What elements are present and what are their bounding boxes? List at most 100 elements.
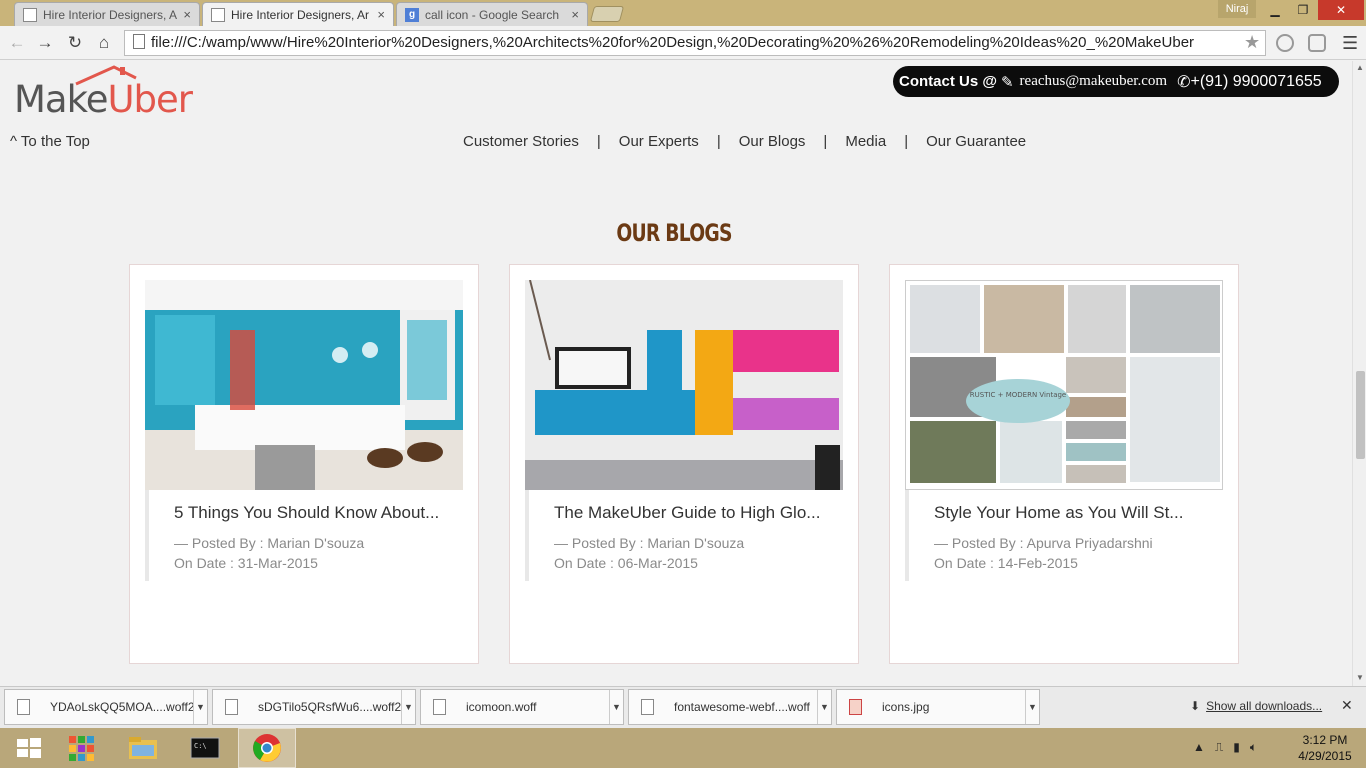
nav-separator: | [904,133,909,150]
hamburger-menu-icon[interactable]: ☰ [1342,33,1358,54]
nav-separator: | [716,133,721,150]
blog-card[interactable]: RUSTIC + MODERN Vintage Style Your Home … [889,264,1239,664]
contact-label: Contact Us @ [899,73,997,90]
command-prompt-icon[interactable]: C:\ [176,728,234,768]
blog-author: — Posted By : Marian D'souza [174,535,365,551]
blog-card[interactable]: The MakeUber Guide to High Glo... — Post… [509,264,859,664]
blog-title[interactable]: 5 Things You Should Know About... [174,490,463,525]
nav-media[interactable]: Media [845,133,886,150]
nav-separator: | [596,133,601,150]
pencil-icon: ✎ [1000,73,1014,91]
close-icon[interactable]: × [183,7,191,22]
blog-image-wall-unit[interactable] [525,280,843,490]
bookmark-star-icon[interactable]: ★ [1244,32,1260,53]
file-icon [433,699,446,715]
blog-card-body: 5 Things You Should Know About... — Post… [145,490,463,581]
blog-date: On Date : 31-Mar-2015 [174,555,318,571]
to-the-top-link[interactable]: ^ To the Top [10,133,90,150]
contact-email[interactable]: reachus@makeuber.com [1020,73,1168,90]
download-item[interactable]: YDAoLskQQ5MOA....woff2 ▼ [4,689,208,725]
download-filename: YDAoLskQQ5MOA....woff2 [50,700,193,714]
download-item[interactable]: icons.jpg ▼ [836,689,1040,725]
apps-grid-icon[interactable] [52,728,110,768]
browser-tab-strip: Hire Interior Designers, Ar × Hire Inter… [0,0,1366,26]
scroll-up-arrow-icon[interactable]: ▲ [1356,63,1364,72]
browser-tab-active[interactable]: Hire Interior Designers, Ar × [202,2,394,26]
blog-image-kitchen[interactable] [145,280,463,490]
address-text: file:///C:/wamp/www/Hire%20Interior%20De… [151,34,1195,51]
blog-card-body: Style Your Home as You Will St... — Post… [905,490,1223,581]
chevron-down-icon[interactable]: ▼ [817,690,831,724]
browser-tab[interactable]: Hire Interior Designers, Ar × [14,2,200,26]
contact-phone[interactable]: +(91) 9900071655 [1190,73,1321,91]
page-scrollbar[interactable]: ▲ ▼ [1352,61,1366,686]
nav-our-experts[interactable]: Our Experts [619,133,699,150]
clock-date: 4/29/2015 [1298,749,1352,763]
web-page: MakeUber Contact Us @ ✎ reachus@makeuber… [0,61,1352,686]
nav-customer-stories[interactable]: Customer Stories [463,133,579,150]
home-icon[interactable]: ⌂ [93,32,115,54]
shield-extension-icon[interactable] [1308,34,1326,52]
file-icon [641,699,654,715]
svg-text:C:\: C:\ [194,742,207,750]
download-item[interactable]: sDGTilo5QRsfWu6....woff2 ▼ [212,689,416,725]
tab-label: Hire Interior Designers, Ar [43,7,178,22]
phone-icon: ✆ [1177,73,1191,91]
file-icon [17,699,30,715]
window-close-button[interactable]: ✕ [1318,0,1364,20]
contact-bar: Contact Us @ ✎ reachus@makeuber.com ✆ +(… [893,66,1339,97]
network-adapter-icon[interactable]: ⎍ [1215,740,1223,755]
blog-title[interactable]: Style Your Home as You Will St... [934,490,1223,525]
nav-our-guarantee[interactable]: Our Guarantee [926,133,1026,150]
clock-time: 3:12 PM [1302,733,1348,747]
back-arrow-icon[interactable]: ← [6,32,28,54]
blog-card[interactable]: 5 Things You Should Know About... — Post… [129,264,479,664]
download-filename: icomoon.woff [466,700,537,714]
download-filename: icons.jpg [882,700,930,714]
browser-tab[interactable]: g call icon - Google Search × [396,2,588,26]
show-all-downloads-link[interactable]: Show all downloads... [1206,699,1322,713]
chevron-down-icon[interactable]: ▼ [609,690,623,724]
moodboard-text: RUSTIC + MODERN Vintage [970,391,1066,399]
page-icon [133,34,145,49]
forward-arrow-icon[interactable]: → [34,32,56,54]
scroll-down-arrow-icon[interactable]: ▼ [1356,673,1364,682]
minimize-button[interactable]: ▁ [1262,0,1288,20]
download-item[interactable]: fontawesome-webf....woff ▼ [628,689,832,725]
chevron-down-icon[interactable]: ▼ [401,690,415,724]
profile-name[interactable]: Niraj [1218,0,1256,18]
new-tab-button[interactable] [589,6,625,22]
show-all-downloads[interactable]: ⬇ Show all downloads... [1190,699,1322,713]
chevron-down-icon[interactable]: ▼ [1025,690,1039,724]
download-filename: fontawesome-webf....woff [674,700,810,714]
browser-toolbar: ← → ↻ ⌂ file:///C:/wamp/www/Hire%20Inter… [0,26,1366,60]
google-icon: g [405,7,419,22]
blog-image-moodboard[interactable]: RUSTIC + MODERN Vintage [905,280,1223,490]
blog-author: — Posted By : Marian D'souza [554,535,745,551]
file-icon [225,699,238,715]
restore-button[interactable]: ❐ [1290,0,1316,20]
close-icon[interactable]: ✕ [1341,697,1353,714]
start-button[interactable] [0,728,58,768]
chrome-icon[interactable] [238,728,296,768]
taskbar-clock[interactable]: 3:12 PM 4/29/2015 [1290,732,1360,764]
signal-icon[interactable]: ▮ [1233,740,1240,755]
blog-date: On Date : 06-Mar-2015 [554,555,698,571]
tab-label: Hire Interior Designers, Ar [231,7,370,22]
blog-title[interactable]: The MakeUber Guide to High Glo... [554,490,843,525]
nav-our-blogs[interactable]: Our Blogs [739,133,806,150]
chevron-down-icon[interactable]: ▼ [193,690,207,724]
file-explorer-icon[interactable] [114,728,172,768]
close-icon[interactable]: × [377,7,385,22]
blog-author: — Posted By : Apurva Priyadarshni [934,535,1153,551]
scrollbar-thumb[interactable] [1356,371,1365,459]
extension-icon[interactable] [1276,34,1294,52]
download-item[interactable]: icomoon.woff ▼ [420,689,624,725]
address-bar[interactable]: file:///C:/wamp/www/Hire%20Interior%20De… [124,30,1266,56]
volume-icon[interactable]: 🔈︎ [1250,740,1257,755]
makeuber-logo[interactable]: MakeUber [14,64,204,121]
close-icon[interactable]: × [571,7,579,22]
reload-icon[interactable]: ↻ [64,32,86,54]
nav-separator: | [823,133,828,150]
show-hidden-icons-icon[interactable]: ▲ [1193,740,1205,755]
